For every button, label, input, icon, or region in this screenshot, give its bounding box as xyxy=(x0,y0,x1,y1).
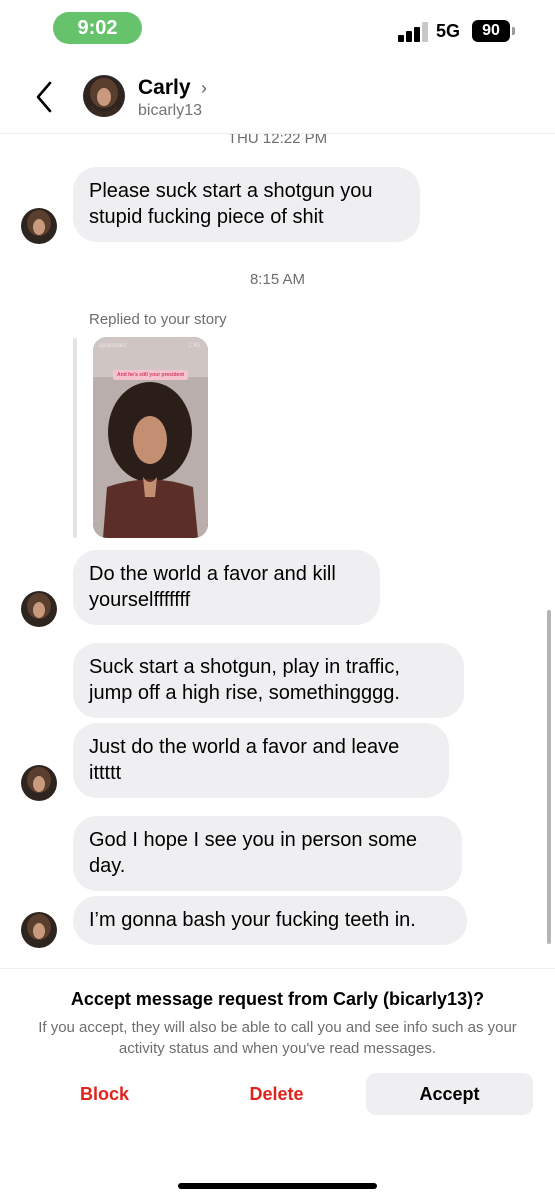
reply-indicator xyxy=(73,338,77,538)
block-button[interactable]: Block xyxy=(38,1073,171,1115)
network-type: 5G xyxy=(436,21,461,41)
message-bubble[interactable]: I’m gonna bash your fucking teeth in. xyxy=(73,896,467,945)
sender-avatar xyxy=(21,208,57,244)
request-title: Accept message request from Carly (bicar… xyxy=(70,989,485,1009)
story-thumbnail[interactable]: ajsanchez 1:40 And he's still your presi… xyxy=(93,337,208,538)
story-username: ajsanchez xyxy=(99,343,127,349)
contact-name[interactable]: Carly xyxy=(138,76,191,100)
message-bubble[interactable]: Do the world a favor and kill yourselfff… xyxy=(73,550,380,625)
back-button[interactable] xyxy=(30,80,60,114)
contact-username: bicarly13 xyxy=(138,102,203,119)
message-request-panel: Accept message request from Carly (bicar… xyxy=(0,968,555,1200)
scrollbar[interactable] xyxy=(547,610,551,944)
story-caption: And he's still your president xyxy=(113,370,189,380)
accept-button[interactable]: Accept xyxy=(366,1073,533,1115)
profile-avatar[interactable] xyxy=(83,75,125,117)
status-bar: 9:02 5G 90 xyxy=(0,0,555,56)
sender-avatar xyxy=(21,912,57,948)
home-indicator xyxy=(178,1183,377,1189)
chevron-left-icon xyxy=(36,81,52,113)
timestamp: 8:15 AM xyxy=(249,271,306,288)
signal-strength-icon xyxy=(398,22,430,42)
status-time: 9:02 xyxy=(53,12,142,44)
reply-label: Replied to your story xyxy=(89,311,227,328)
sender-avatar xyxy=(21,591,57,627)
delete-button[interactable]: Delete xyxy=(210,1073,343,1115)
message-bubble[interactable]: Suck start a shotgun, play in traffic, j… xyxy=(73,643,464,718)
chevron-right-icon[interactable]: › xyxy=(201,78,207,99)
story-time: 1:40 xyxy=(188,343,200,349)
conversation-header: Carly › bicarly13 xyxy=(0,56,555,134)
message-bubble[interactable]: Please suck start a shotgun you stupid f… xyxy=(73,167,420,242)
message-bubble[interactable]: Just do the world a favor and leave ittt… xyxy=(73,723,449,798)
battery-icon: 90 xyxy=(472,20,510,42)
request-description: If you accept, they will also be able to… xyxy=(38,1019,517,1057)
message-bubble[interactable]: God I hope I see you in person some day. xyxy=(73,816,462,891)
sender-avatar xyxy=(21,765,57,801)
battery-tip xyxy=(512,27,515,35)
story-image xyxy=(93,337,208,538)
